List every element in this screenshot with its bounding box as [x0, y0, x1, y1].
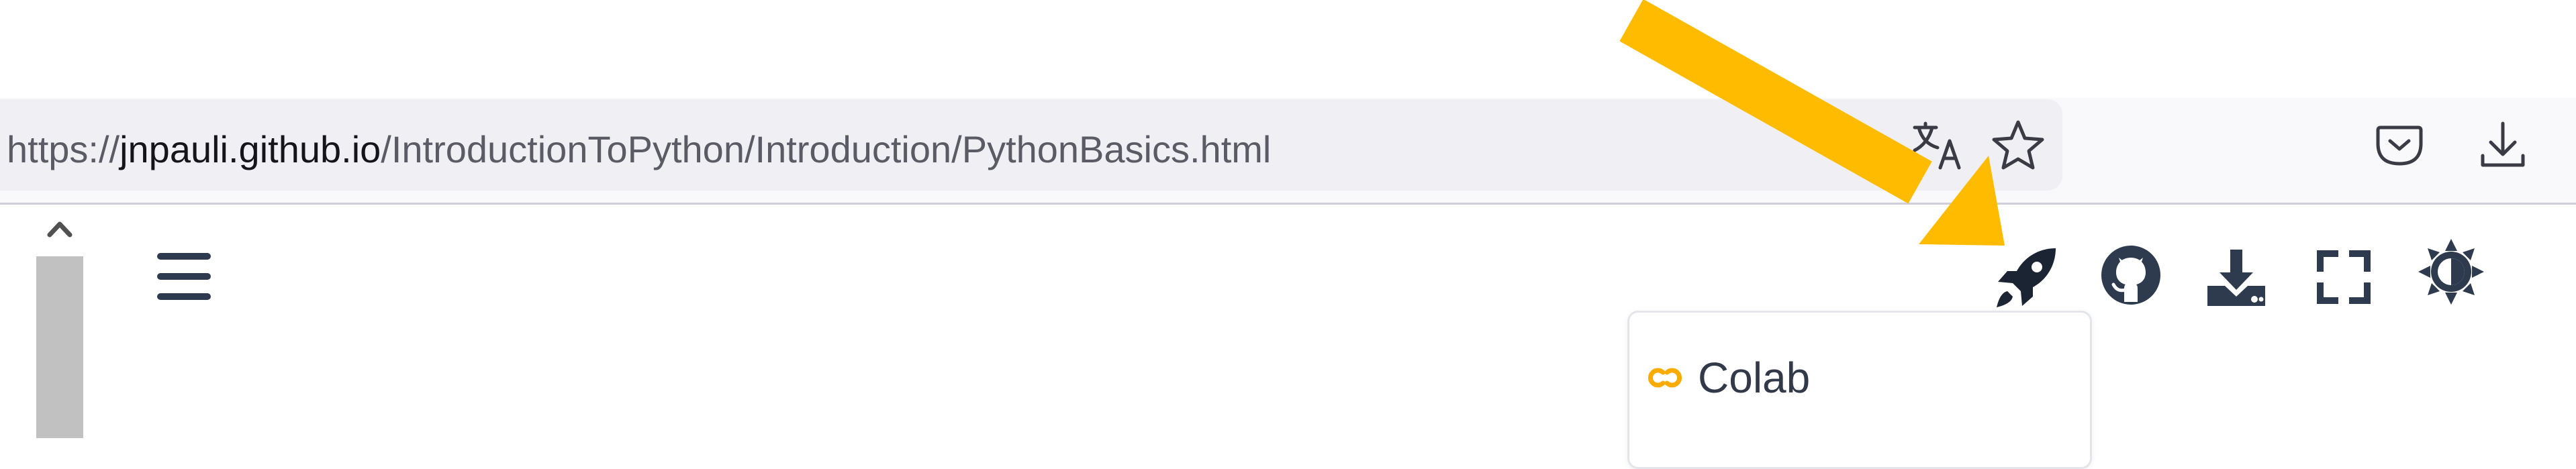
url-path: /IntroductionToPython/Introduction/Pytho…	[381, 128, 1272, 170]
toolbar-divider	[0, 203, 2576, 205]
theme-toggle-icon[interactable]	[2418, 239, 2484, 305]
url-prefix: https://	[7, 128, 120, 170]
launch-colab-item[interactable]: Colab	[1645, 348, 1914, 408]
colab-icon	[1645, 364, 1684, 391]
url-host: jnpauli.github.io	[120, 128, 381, 170]
translate-icon[interactable]	[1911, 118, 1964, 172]
downloads-icon[interactable]	[2476, 118, 2530, 172]
pocket-icon[interactable]	[2373, 118, 2426, 172]
annotation-arrow	[1619, 0, 2005, 246]
bookmark-star-icon[interactable]	[1991, 118, 2045, 172]
colab-label: Colab	[1698, 354, 1811, 402]
fullscreen-icon[interactable]	[2316, 250, 2371, 305]
launch-rocket-icon[interactable]	[1993, 244, 2060, 311]
menu-icon[interactable]	[156, 248, 212, 305]
scroll-up-arrow-icon[interactable]	[36, 205, 83, 256]
launch-dropdown: Colab	[1627, 311, 2092, 469]
url-text[interactable]: https://jnpauli.github.io/IntroductionTo…	[7, 126, 1271, 173]
github-icon[interactable]	[2099, 243, 2163, 307]
download-icon[interactable]	[2205, 247, 2268, 309]
